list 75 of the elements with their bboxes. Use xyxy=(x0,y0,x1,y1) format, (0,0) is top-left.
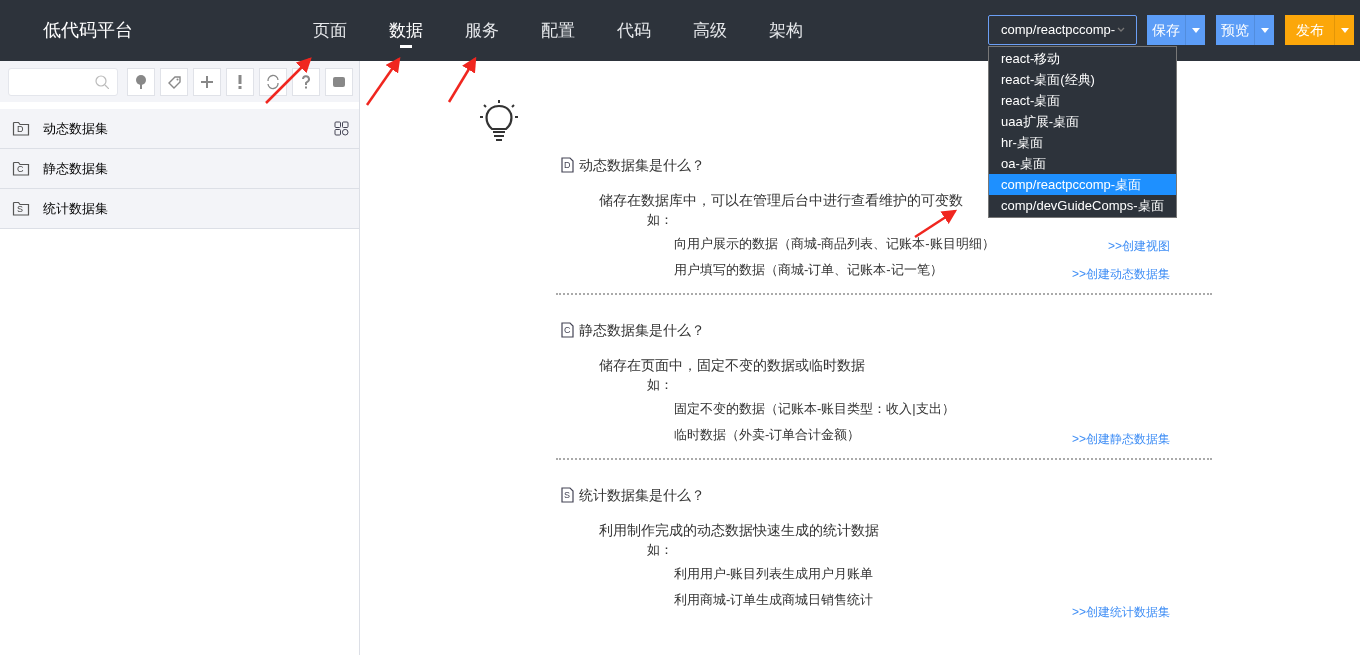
folder-icon xyxy=(12,200,30,217)
item-label: 动态数据集 xyxy=(43,119,108,138)
dropdown-option[interactable]: oa-桌面 xyxy=(989,153,1176,174)
nav-tab[interactable]: 页面 xyxy=(292,0,368,61)
section-title: 统计数据集是什么？ xyxy=(579,485,705,505)
nav-tab[interactable]: 数据 xyxy=(368,0,444,61)
example-label: 如： xyxy=(647,376,673,394)
tree-icon xyxy=(133,73,149,90)
dropdown-option[interactable]: react-桌面(经典) xyxy=(989,69,1176,90)
section-description: 利用制作完成的动态数据快速生成的统计数据 xyxy=(599,521,879,540)
caret-icon xyxy=(1191,27,1200,33)
annotation-arrow xyxy=(914,209,958,239)
caret-icon xyxy=(1340,27,1349,33)
create-link[interactable]: >>创建视图 xyxy=(1108,237,1170,255)
search-icon xyxy=(95,74,109,89)
nav-tab[interactable]: 高级 xyxy=(672,0,748,61)
dropdown-option[interactable]: uaa扩展-桌面 xyxy=(989,111,1176,132)
dropdown-option[interactable]: react-桌面 xyxy=(989,90,1176,111)
section-description: 储存在数据库中，可以在管理后台中进行查看维护的可变数 xyxy=(599,191,963,210)
file-letter: D xyxy=(564,160,571,170)
example-text: 临时数据（外卖-订单合计金额） xyxy=(674,426,861,445)
tag-icon xyxy=(166,73,182,90)
folder-icon xyxy=(12,160,30,177)
dropdown-button[interactable] xyxy=(1255,15,1274,45)
folder-letter: C xyxy=(17,164,24,174)
example-text: 固定不变的数据（记账本-账目类型：收入|支出） xyxy=(674,400,955,419)
toolbar-button[interactable] xyxy=(226,67,254,96)
toolbar-button[interactable] xyxy=(292,67,320,96)
file-icon xyxy=(561,487,574,503)
toolbar-button[interactable] xyxy=(160,67,188,96)
example-text: 用户填写的数据（商城-订单、记账本-记一笔） xyxy=(674,261,943,280)
folder-letter: D xyxy=(17,124,24,134)
search-field[interactable] xyxy=(8,67,118,96)
sidebar-item[interactable]: S 统计数据集 xyxy=(0,189,359,229)
annotation-arrow xyxy=(447,56,477,103)
dropdown-option[interactable]: comp/devGuideComps-桌面 xyxy=(989,195,1176,216)
annotation-arrow xyxy=(265,57,312,104)
example-text: 向用户展示的数据（商城-商品列表、记账本-账目明细） xyxy=(674,235,995,254)
example-label: 如： xyxy=(647,541,673,559)
create-link[interactable]: >>创建统计数据集 xyxy=(1072,603,1170,621)
chevron-icon xyxy=(1117,27,1126,33)
toolbar-button[interactable] xyxy=(325,67,353,96)
section-title: 静态数据集是什么？ xyxy=(579,320,705,340)
folder-icon xyxy=(12,120,30,137)
sidebar-item[interactable]: C 静态数据集 xyxy=(0,149,359,189)
toolbar-button[interactable] xyxy=(127,67,155,96)
nav-tab[interactable]: 架构 xyxy=(748,0,824,61)
caret-icon xyxy=(1260,27,1269,33)
refresh-icon xyxy=(265,73,281,90)
nav-tab[interactable]: 配置 xyxy=(520,0,596,61)
item-label: 统计数据集 xyxy=(43,199,108,218)
example-text: 利用商城-订单生成商城日销售统计 xyxy=(674,591,874,610)
nav-tab[interactable]: 服务 xyxy=(444,0,520,61)
file-letter: C xyxy=(564,325,571,335)
section-title: 动态数据集是什么？ xyxy=(579,155,705,175)
toolbar-button[interactable] xyxy=(259,67,287,96)
file-letter: S xyxy=(564,490,570,500)
nav-tab[interactable]: 代码 xyxy=(596,0,672,61)
dropdown-button[interactable] xyxy=(1335,15,1354,45)
example-label: 如： xyxy=(647,211,673,229)
sidebar-item[interactable]: D 动态数据集 xyxy=(0,109,359,149)
dropdown-button[interactable] xyxy=(1186,15,1205,45)
lightbulb-icon xyxy=(479,99,519,143)
annotation-arrow xyxy=(365,56,401,106)
item-label: 静态数据集 xyxy=(43,159,108,178)
dropdown-option[interactable]: hr-桌面 xyxy=(989,132,1176,153)
dropdown-option[interactable]: react-移动 xyxy=(989,48,1176,69)
section-description: 储存在页面中，固定不变的数据或临时数据 xyxy=(599,356,865,375)
folder-letter: S xyxy=(17,204,23,214)
template-select[interactable]: comp/reactpccomp- xyxy=(988,15,1137,45)
plus-icon xyxy=(199,73,215,90)
app-logo: 低代码平台 xyxy=(43,19,133,42)
create-link[interactable]: >>创建静态数据集 xyxy=(1072,430,1170,448)
toolbar-button[interactable] xyxy=(193,67,221,96)
example-text: 利用用户-账目列表生成用户月账单 xyxy=(674,565,874,584)
